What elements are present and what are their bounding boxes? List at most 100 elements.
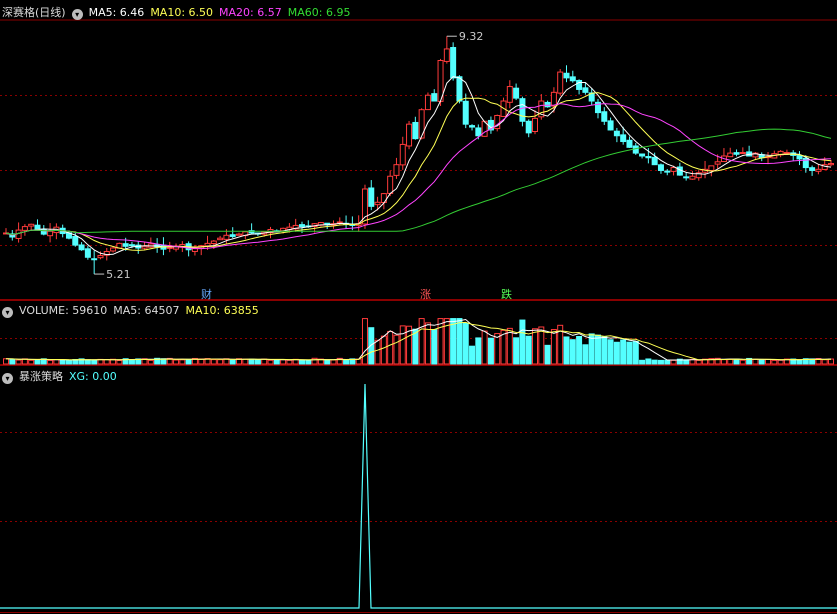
stock-title: 深赛格(日线) <box>2 6 66 19</box>
candle-body <box>72 235 79 246</box>
volume-bar <box>576 336 583 365</box>
finance-tag[interactable]: 财 <box>199 288 214 302</box>
candle-body <box>399 143 406 166</box>
chevron-down-icon[interactable]: ▾ <box>2 307 13 318</box>
volume-bar <box>670 359 677 365</box>
volume-bar <box>147 359 154 365</box>
candle-body <box>563 72 570 79</box>
volume-bar <box>361 318 368 365</box>
volume-bar <box>380 335 387 365</box>
volume-bar <box>613 341 620 365</box>
volume-bar <box>582 344 589 365</box>
volume-bar <box>645 358 652 365</box>
candle-body <box>620 134 627 143</box>
volume-bar <box>368 327 375 365</box>
volume-bar <box>821 359 828 365</box>
candle-body <box>40 228 47 235</box>
volume-bar <box>506 327 513 365</box>
candle-body <box>406 123 413 147</box>
candle-body <box>645 156 652 159</box>
volume-bar <box>305 360 312 365</box>
volume-bar <box>286 359 293 365</box>
volume-bar <box>664 359 671 365</box>
candle-body <box>607 120 614 131</box>
candle-body <box>569 76 576 82</box>
candle-body <box>21 226 28 231</box>
indicator-panel-header: ▾ 暴涨策略 XG: 0.00 <box>2 368 123 384</box>
volume-bar <box>393 334 400 365</box>
volume-bar <box>128 359 135 365</box>
candle-body <box>97 255 104 259</box>
candle-body <box>223 234 230 240</box>
candle-body <box>141 245 148 249</box>
chevron-down-icon[interactable]: ▾ <box>71 9 83 20</box>
volume-bar <box>657 359 664 365</box>
volume-bar <box>494 333 501 365</box>
volume-bar <box>330 359 337 365</box>
volume-bar <box>298 359 305 365</box>
volume-bar <box>179 359 186 365</box>
volume-bar <box>513 337 520 365</box>
volume-bar <box>84 359 91 365</box>
candle-body <box>412 121 419 140</box>
volume-bar <box>544 344 551 365</box>
volume-bar <box>437 318 444 365</box>
volume-bar <box>254 359 261 365</box>
candle-body <box>78 244 85 251</box>
candle-body <box>783 152 790 155</box>
volume-bar <box>456 318 463 365</box>
candle-body <box>639 153 646 157</box>
volume-bar <box>607 339 614 365</box>
limit-down-tag[interactable]: 跌 <box>499 288 514 302</box>
volume-bar <box>695 359 702 365</box>
volume-bar <box>116 360 123 365</box>
candle-body <box>28 223 35 227</box>
volume-bar <box>242 358 249 365</box>
volume-bar <box>758 359 765 365</box>
volume-bar <box>601 336 608 365</box>
candle-body <box>828 163 834 166</box>
candle-body <box>613 130 620 137</box>
chevron-down-icon[interactable]: ▾ <box>2 373 13 384</box>
volume-ma5-line <box>5 318 832 361</box>
candle-body <box>796 155 803 160</box>
volume-bar <box>752 358 759 365</box>
candle-body <box>166 246 173 249</box>
candle-body <box>462 100 469 125</box>
candle-body <box>236 233 243 236</box>
indicator-title: 暴涨策略 <box>19 370 63 383</box>
volume-bar <box>185 359 192 365</box>
volume-bar <box>210 359 217 365</box>
candle-body <box>336 221 343 224</box>
candle-body <box>122 243 129 247</box>
volume-bar <box>217 359 224 365</box>
volume-bar <box>387 330 394 365</box>
volume-panel-header: ▾ VOLUME: 59610 MA5: 64507 MA10: 63855 <box>2 304 265 318</box>
volume-bar <box>399 325 406 365</box>
candle-body <box>469 125 476 128</box>
candle-body <box>557 71 564 94</box>
candle-body <box>393 164 400 176</box>
volume-bar <box>550 329 557 365</box>
volume-bar <box>450 318 457 365</box>
candle-body <box>576 79 583 90</box>
candle-body <box>443 48 450 62</box>
limit-up-tag[interactable]: 涨 <box>418 288 433 302</box>
candle-body <box>815 168 822 172</box>
candle-body <box>298 224 305 228</box>
volume-ma5-label: MA5: 64507 <box>113 304 180 317</box>
candle-body <box>525 120 532 134</box>
volume-bar <box>469 345 476 365</box>
volume-bar <box>53 359 60 365</box>
volume-bar <box>267 359 274 365</box>
candle-body <box>664 170 671 173</box>
candle-body <box>809 167 816 171</box>
volume-bar <box>431 329 438 365</box>
volume-bar <box>632 340 639 365</box>
volume-bar <box>418 318 425 365</box>
candle-body <box>418 109 425 139</box>
volume-bar <box>47 359 54 365</box>
candle-body <box>532 117 539 133</box>
volume-bar <box>651 359 658 365</box>
candle-body <box>229 234 236 237</box>
